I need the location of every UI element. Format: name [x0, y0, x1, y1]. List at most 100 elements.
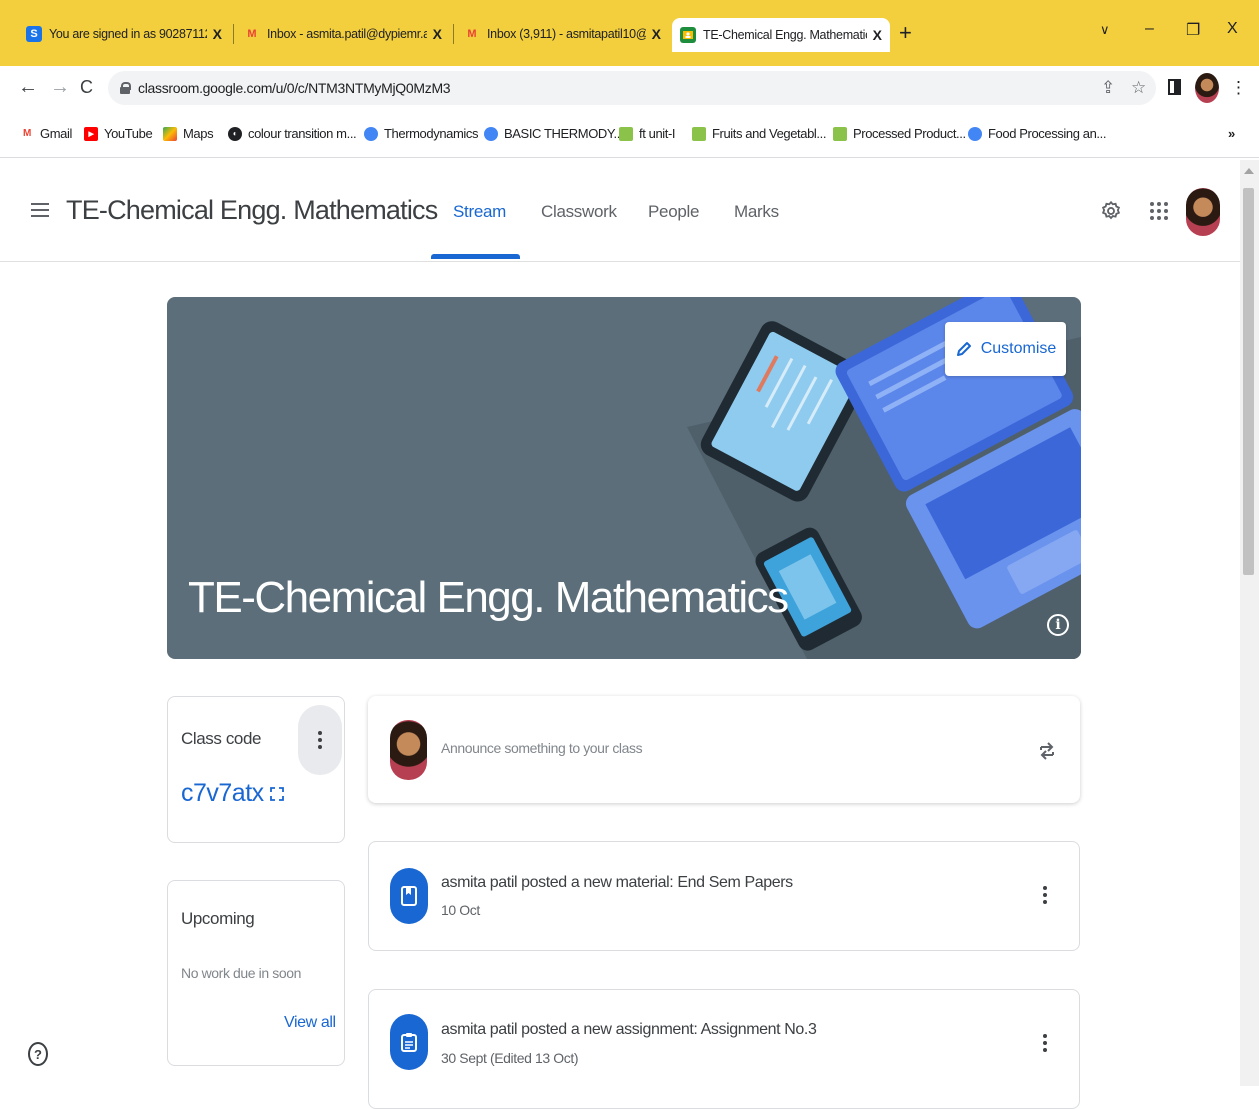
globe-icon: ◐	[228, 126, 242, 141]
more-bookmarks-icon[interactable]: »	[1228, 126, 1235, 141]
reload-icon[interactable]: C	[80, 77, 93, 98]
bookmark-label: YouTube	[104, 126, 153, 141]
share-icon[interactable]: ⇪	[1101, 78, 1115, 98]
repost-icon[interactable]	[1038, 737, 1056, 765]
bookmark-basic-thermody[interactable]: BASIC THERMODY...	[484, 126, 624, 141]
browser-tab-active[interactable]: TE-Chemical Engg. Mathematics X	[672, 18, 890, 52]
bookmark-label: Processed Product...	[853, 126, 966, 141]
browser-tab[interactable]: M Inbox - asmita.patil@dypiemr.ac X	[236, 18, 450, 50]
post-title[interactable]: asmita patil posted a new assignment: As…	[441, 1021, 817, 1039]
bookmark-youtube[interactable]: ▶ YouTube	[84, 126, 153, 141]
post-date: 30 Sept (Edited 13 Oct)	[441, 1050, 579, 1066]
tab-divider	[233, 24, 234, 44]
side-panel-icon[interactable]	[1168, 79, 1181, 95]
bookmark-label: Fruits and Vegetabl...	[712, 126, 827, 141]
scrollbar-thumb[interactable]	[1243, 188, 1254, 575]
gmail-icon: M	[467, 28, 477, 40]
browser-tab[interactable]: S You are signed in as 9028711267 X	[18, 18, 230, 50]
more-vert-icon	[1043, 884, 1047, 905]
more-vert-icon	[318, 730, 322, 751]
bookmark-fruits-vegetables[interactable]: Fruits and Vegetabl...	[692, 126, 826, 141]
close-window-icon[interactable]: X	[1227, 20, 1238, 38]
site-icon	[364, 126, 378, 141]
address-bar[interactable]: classroom.google.com/u/0/c/NTM3NTMyMjQ0M…	[108, 71, 1156, 105]
post-date: 10 Oct	[441, 902, 480, 918]
gmail-icon: M	[247, 28, 257, 40]
back-icon[interactable]: ←	[18, 76, 38, 99]
tab-people[interactable]: People	[648, 202, 699, 222]
post-more-options-button[interactable]	[1043, 1032, 1047, 1053]
bookmark-food-processing[interactable]: Food Processing an...	[968, 126, 1106, 141]
close-tab-icon[interactable]: X	[213, 26, 222, 42]
close-tab-icon[interactable]: X	[433, 26, 442, 42]
class-code-more-options-button[interactable]	[298, 705, 342, 775]
bookmark-label: ft unit-I	[639, 126, 676, 141]
class-settings-gear-icon[interactable]	[1100, 200, 1122, 222]
tab-divider	[453, 24, 454, 44]
youtube-icon: ▶	[84, 126, 98, 141]
tab-title: TE-Chemical Engg. Mathematics	[703, 28, 867, 42]
active-tab-indicator	[431, 254, 520, 259]
site-icon	[484, 126, 498, 141]
forward-icon[interactable]: →	[50, 76, 70, 99]
tab-stream[interactable]: Stream	[453, 202, 506, 222]
close-tab-icon[interactable]: X	[873, 27, 882, 43]
bookmark-label: Maps	[183, 126, 214, 141]
account-avatar[interactable]	[1186, 188, 1220, 236]
view-all-link[interactable]: View all	[284, 1014, 336, 1032]
bookmark-gmail[interactable]: M Gmail	[20, 126, 72, 141]
google-apps-icon[interactable]	[1150, 202, 1168, 220]
customise-button[interactable]: Customise	[945, 322, 1066, 376]
bookmark-maps[interactable]: Maps	[163, 126, 214, 141]
class-code-value[interactable]: c7v7atx	[181, 779, 264, 808]
main-menu-icon[interactable]	[31, 203, 49, 221]
bookmark-star-icon[interactable]: ☆	[1131, 78, 1146, 98]
bookmark-label: BASIC THERMODY...	[504, 126, 624, 141]
browser-menu-icon[interactable]: ⋮	[1230, 78, 1247, 98]
tab-marks[interactable]: Marks	[734, 202, 779, 222]
pencil-icon	[956, 342, 971, 356]
site-icon	[692, 126, 706, 141]
upcoming-empty-text: No work due in soon	[181, 965, 302, 981]
close-tab-icon[interactable]: X	[652, 26, 661, 42]
restore-icon[interactable]: ❐	[1186, 20, 1200, 40]
tab-search-icon[interactable]: ∨	[1100, 22, 1110, 38]
upcoming-title: Upcoming	[181, 909, 255, 928]
tab-title: You are signed in as 9028711267	[49, 27, 207, 41]
tab-classwork[interactable]: Classwork	[541, 202, 617, 222]
bookmark-label: Food Processing an...	[988, 126, 1107, 141]
gmail-icon: M	[23, 128, 31, 139]
minimize-icon[interactable]: –	[1145, 20, 1154, 38]
fullscreen-expand-icon[interactable]	[270, 787, 284, 801]
bookmark-label: colour transition m...	[248, 126, 357, 141]
maps-icon	[163, 126, 177, 141]
user-avatar	[390, 720, 427, 780]
url-text: classroom.google.com/u/0/c/NTM3NTMyMjQ0M…	[138, 80, 451, 96]
bookmark-label: Thermodynamics	[384, 126, 479, 141]
site-icon	[833, 126, 847, 141]
banner-class-title: TE-Chemical Engg. Mathematics	[188, 573, 789, 622]
banner-info-icon[interactable]: i	[1047, 614, 1069, 636]
bookmark-processed-product[interactable]: Processed Product...	[833, 126, 966, 141]
tab-title: Inbox - asmita.patil@dypiemr.ac	[267, 27, 427, 41]
announce-placeholder[interactable]: Announce something to your class	[441, 740, 643, 756]
bookmark-ft-unit[interactable]: ft unit-I	[619, 126, 676, 141]
material-icon	[390, 868, 428, 924]
customise-label: Customise	[980, 340, 1057, 357]
post-title[interactable]: asmita patil posted a new material: End …	[441, 874, 793, 892]
browser-tab[interactable]: M Inbox (3,911) - asmitapatil10@gm X	[456, 18, 669, 50]
bookmark-colour-transition[interactable]: ◐ colour transition m...	[228, 126, 357, 141]
site-icon	[968, 126, 982, 141]
profile-avatar[interactable]	[1195, 73, 1219, 103]
stream-post[interactable]	[368, 841, 1080, 951]
bookmark-thermodynamics[interactable]: Thermodynamics	[364, 126, 479, 141]
classroom-icon	[680, 27, 696, 43]
assignment-icon	[390, 1014, 428, 1070]
scroll-up-arrow-icon[interactable]	[1244, 168, 1254, 174]
post-more-options-button[interactable]	[1043, 884, 1047, 905]
stream-post[interactable]	[368, 989, 1080, 1109]
new-tab-icon[interactable]: +	[899, 20, 912, 46]
help-icon[interactable]: ?	[28, 1042, 48, 1066]
class-title[interactable]: TE-Chemical Engg. Mathematics	[66, 195, 438, 226]
lock-icon	[120, 82, 131, 94]
